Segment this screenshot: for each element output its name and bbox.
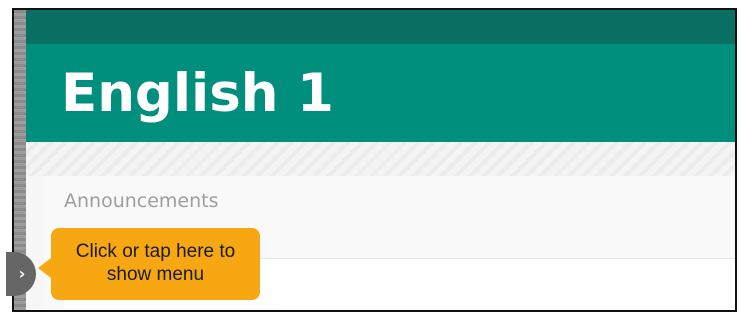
course-title: English 1 (61, 63, 334, 124)
tooltip-line-1: Click or tap here to (75, 241, 236, 262)
show-menu-tooltip: Click or tap here to show menu (38, 228, 260, 300)
top-strip (26, 10, 735, 44)
course-header: English 1 (26, 44, 735, 142)
header-hatch-pattern (26, 142, 735, 176)
chevron-right-icon: › (18, 264, 26, 283)
tooltip-line-2: show menu (106, 264, 205, 285)
announcements-label[interactable]: Announcements (64, 190, 219, 212)
